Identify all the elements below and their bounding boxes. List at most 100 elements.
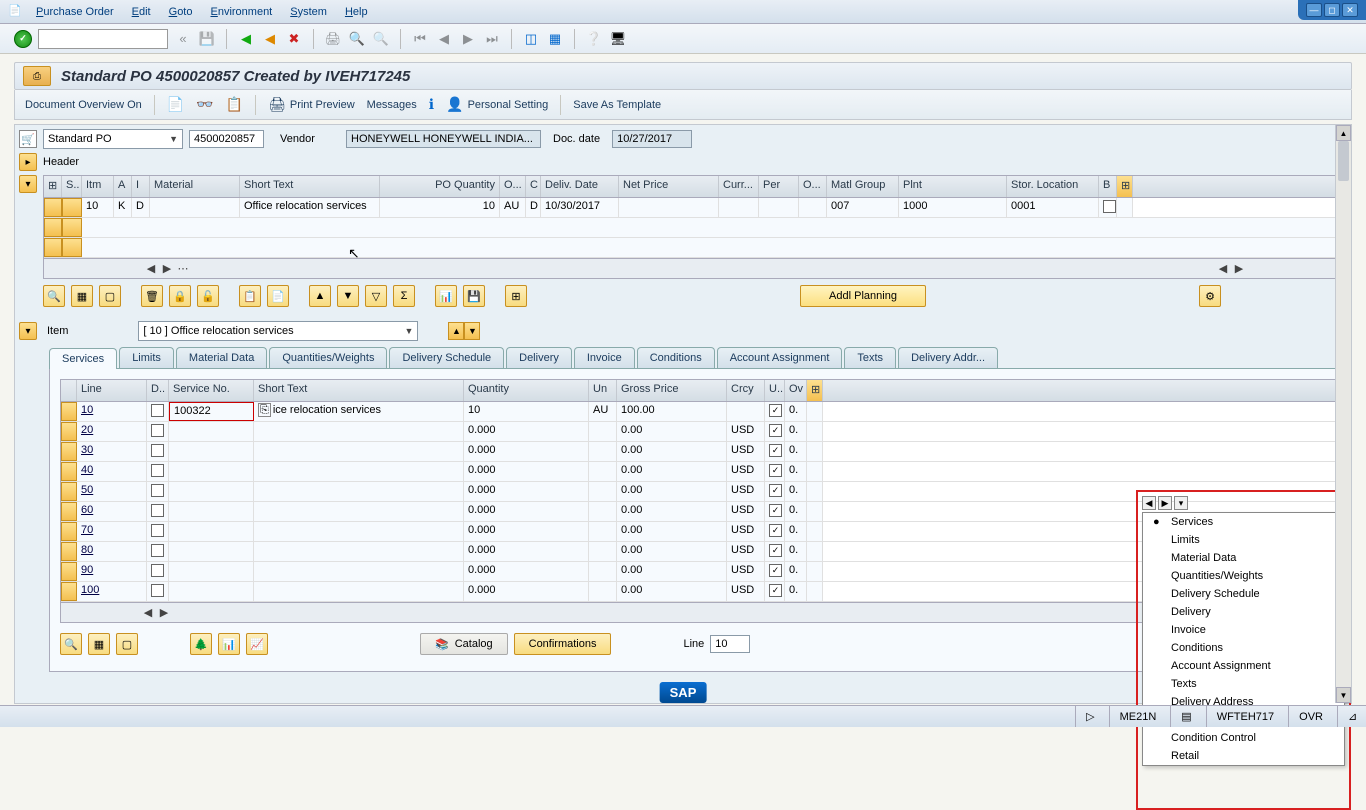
back-green-icon[interactable]: ◀ <box>237 30 255 48</box>
header-toggle[interactable]: ▸ <box>19 153 37 171</box>
menu-goto[interactable]: Goto <box>169 6 193 18</box>
find-next-icon[interactable]: 🔍 <box>372 30 390 48</box>
po-type-dropdown[interactable]: Standard PO▼ <box>43 129 183 149</box>
scroll-thumb[interactable] <box>1338 141 1349 181</box>
grid-menu-icon[interactable]: ⋯ <box>176 262 190 276</box>
info-icon[interactable]: ℹ <box>429 96 434 113</box>
menu-help[interactable]: Help <box>345 6 368 18</box>
tab-menu-material-data[interactable]: Material Data <box>1143 549 1344 567</box>
po-number-field[interactable] <box>189 130 264 148</box>
paste-icon[interactable]: 📄 <box>267 285 289 307</box>
doc-date-field[interactable] <box>612 130 692 148</box>
col-plnt[interactable]: Plnt <box>899 176 1007 197</box>
svc-col-d[interactable]: D.. <box>147 380 169 401</box>
maximize-button[interactable]: ◻ <box>1324 3 1340 17</box>
item-selector-dropdown[interactable]: [ 10 ] Office relocation services▼ <box>138 321 418 341</box>
tab-limits[interactable]: Limits <box>119 347 174 368</box>
col-deliv-date[interactable]: Deliv. Date <box>541 176 619 197</box>
tab-menu-retail[interactable]: Retail <box>1143 747 1344 765</box>
vendor-field[interactable] <box>346 130 541 148</box>
tab-texts[interactable]: Texts <box>844 347 896 368</box>
find-icon[interactable]: 🔍 <box>348 30 366 48</box>
tab-scroll-right-icon[interactable]: ▶ <box>1158 496 1172 510</box>
svc-deselect-icon[interactable]: ▢ <box>116 633 138 655</box>
svc-select-icon[interactable]: ▦ <box>88 633 110 655</box>
hold-icon[interactable]: 📋 <box>226 96 243 113</box>
back-icon[interactable]: « <box>174 30 192 48</box>
messages-button[interactable]: Messages <box>367 99 417 111</box>
tab-list-icon[interactable]: ▾ <box>1174 496 1188 510</box>
svc-col-short-text[interactable]: Short Text <box>254 380 464 401</box>
layout-save-icon[interactable]: 💾 <box>463 285 485 307</box>
service-row[interactable]: 200.0000.00USD0. <box>61 422 1335 442</box>
exit-icon[interactable]: ◀ <box>261 30 279 48</box>
default-values-icon[interactable]: ⚙ <box>1199 285 1221 307</box>
tab-menu-texts[interactable]: Texts <box>1143 675 1344 693</box>
filter-icon[interactable]: ▽ <box>365 285 387 307</box>
tab-delivery[interactable]: Delivery <box>506 347 572 368</box>
col-po-qty[interactable]: PO Quantity <box>380 176 500 197</box>
scroll-up-icon[interactable]: ▲ <box>1336 125 1351 141</box>
expand-icon[interactable]: ⊞ <box>505 285 527 307</box>
col-c[interactable]: C <box>526 176 541 197</box>
menu-edit[interactable]: Edit <box>132 6 151 18</box>
select-all-icon[interactable]: ▦ <box>71 285 93 307</box>
vertical-scrollbar[interactable]: ▲ ▼ <box>1335 125 1351 703</box>
tab-delivery-schedule[interactable]: Delivery Schedule <box>389 347 504 368</box>
item-detail-toggle[interactable]: ▾ <box>19 322 37 340</box>
export-icon[interactable]: 📊 <box>435 285 457 307</box>
col-curr[interactable]: Curr... <box>719 176 759 197</box>
service-row[interactable]: 300.0000.00USD0. <box>61 442 1335 462</box>
create-icon[interactable]: 📄 <box>167 96 184 113</box>
scroll-left-icon[interactable]: ◀ <box>144 262 158 276</box>
svc-col-u[interactable]: U.. <box>765 380 785 401</box>
item-row-empty[interactable] <box>44 238 1346 258</box>
layout-icon[interactable]: 🖥 <box>609 30 627 48</box>
svc-col-gross-price[interactable]: Gross Price <box>617 380 727 401</box>
col-material[interactable]: Material <box>150 176 240 197</box>
svc-hier-icon[interactable]: 📊 <box>218 633 240 655</box>
scroll-right-icon[interactable]: ▶ <box>160 262 174 276</box>
col-status[interactable]: S.. <box>62 176 82 197</box>
cart-icon[interactable]: 🛒 <box>19 130 37 148</box>
service-row[interactable]: 10100322⎘ice relocation services10AU100.… <box>61 402 1335 422</box>
scroll-down-icon[interactable]: ▼ <box>1336 687 1351 703</box>
tab-menu-quantities[interactable]: Quantities/Weights <box>1143 567 1344 585</box>
tab-quantities[interactable]: Quantities/Weights <box>269 347 387 368</box>
tab-menu-account-assignment[interactable]: Account Assignment <box>1143 657 1344 675</box>
new-session-icon[interactable]: ◫ <box>522 30 540 48</box>
col-o[interactable]: O... <box>799 176 827 197</box>
col-oun[interactable]: O... <box>500 176 526 197</box>
item-up-icon[interactable]: ▲ <box>448 322 464 340</box>
tab-conditions[interactable]: Conditions <box>637 347 715 368</box>
tab-menu-conditions[interactable]: Conditions <box>1143 639 1344 657</box>
col-i[interactable]: I <box>132 176 150 197</box>
print-preview-button[interactable]: 🖨Print Preview <box>268 96 355 113</box>
sort-asc-icon[interactable]: ▲ <box>309 285 331 307</box>
item-row[interactable]: 10 K D Office relocation services 10 AU … <box>44 198 1346 218</box>
tab-delivery-addr[interactable]: Delivery Addr... <box>898 347 998 368</box>
deselect-icon[interactable]: ▢ <box>99 285 121 307</box>
print-icon[interactable]: 🖨 <box>324 30 342 48</box>
minimize-button[interactable]: — <box>1306 3 1322 17</box>
last-page-icon[interactable]: ⏭ <box>483 30 501 48</box>
shortcut-icon[interactable]: ▦ <box>546 30 564 48</box>
svc-outline-icon[interactable]: 📈 <box>246 633 268 655</box>
confirmations-button[interactable]: Confirmations <box>514 633 612 655</box>
col-net-price[interactable]: Net Price <box>619 176 719 197</box>
sum-icon[interactable]: Σ <box>393 285 415 307</box>
lock-icon[interactable]: 🔒 <box>169 285 191 307</box>
svc-col-un[interactable]: Un <box>589 380 617 401</box>
save-template-button[interactable]: Save As Template <box>573 99 661 111</box>
command-field[interactable] <box>38 29 168 49</box>
tab-scroll-left-icon[interactable]: ◀ <box>1142 496 1156 510</box>
first-page-icon[interactable]: ⏮ <box>411 30 429 48</box>
next-page-icon[interactable]: ▶ <box>459 30 477 48</box>
menu-environment[interactable]: Environment <box>210 6 272 18</box>
svc-col-service-no[interactable]: Service No. <box>169 380 254 401</box>
item-down-icon[interactable]: ▼ <box>464 322 480 340</box>
tab-menu-delivery[interactable]: Delivery <box>1143 603 1344 621</box>
svc-col-quantity[interactable]: Quantity <box>464 380 589 401</box>
menu-purchase-order[interactable]: Purchase Order <box>36 6 114 18</box>
enter-icon[interactable]: ✓ <box>14 30 32 48</box>
